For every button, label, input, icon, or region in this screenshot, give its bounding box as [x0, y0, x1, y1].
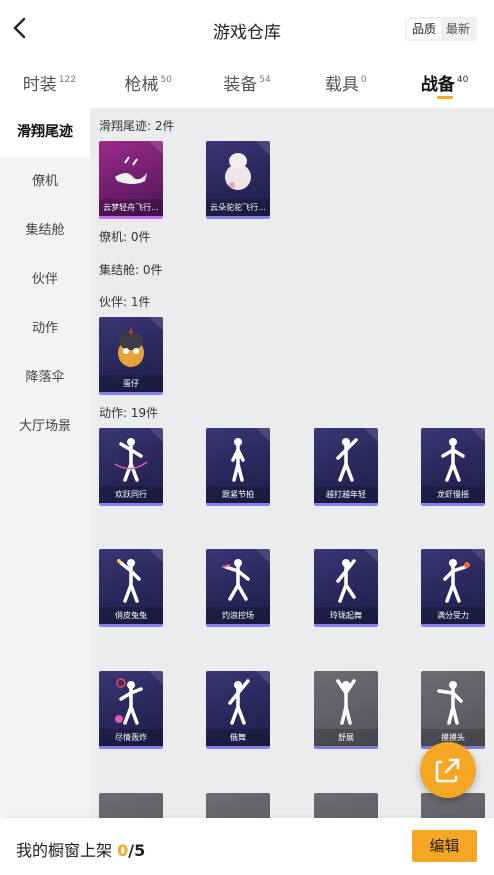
- tab-fashion[interactable]: 时装 122: [0, 60, 99, 106]
- item-card[interactable]: 云梦轻舟飞行...: [99, 141, 163, 219]
- dancer-icon: [231, 438, 245, 482]
- item-card[interactable]: [206, 793, 270, 818]
- dancer-icon: [437, 681, 463, 725]
- sort-newest-button[interactable]: 最新: [441, 19, 475, 39]
- item-label: 蛋仔: [99, 375, 163, 392]
- decor-stripe: [149, 428, 163, 442]
- sidebar-item-wingman[interactable]: 僚机: [0, 157, 90, 206]
- decor-stripe: [149, 141, 163, 155]
- section-header-glide: 滑翔尾迹: 2件: [99, 119, 175, 133]
- tab-equipment[interactable]: 装备 54: [198, 60, 297, 106]
- item-card[interactable]: [99, 793, 163, 818]
- item-card[interactable]: 越打越年轻: [314, 428, 378, 506]
- item-label: 满分受力: [421, 607, 485, 624]
- sidebar-item-glide-trail[interactable]: 滑翔尾迹: [0, 108, 90, 157]
- sort-toggle: 品质 最新: [405, 17, 477, 41]
- sort-quality-button[interactable]: 品质: [407, 19, 441, 39]
- item-label: 俏皮兔兔: [99, 607, 163, 624]
- section-header-action: 动作: 19件: [99, 406, 159, 420]
- item-label: 越打越年轻: [314, 486, 378, 503]
- sidebar-item-partner[interactable]: 伙伴: [0, 255, 90, 304]
- tab-combat-prep[interactable]: 战备 40: [395, 60, 494, 106]
- eggy-icon: [118, 327, 144, 367]
- item-card[interactable]: 欢跃同行: [99, 428, 163, 506]
- item-card[interactable]: 俏皮兔兔: [99, 549, 163, 627]
- item-card[interactable]: [314, 793, 378, 818]
- share-button[interactable]: [420, 742, 476, 798]
- dancer-icon: [336, 559, 356, 603]
- bottom-bar: 我的橱窗上架 0/5 编辑: [0, 818, 494, 875]
- dancer-icon: [336, 438, 358, 482]
- dancer-icon: [443, 559, 470, 603]
- item-label: 舒展: [314, 729, 378, 746]
- item-card[interactable]: 舒展: [314, 671, 378, 749]
- tab-vehicles[interactable]: 载具 0: [296, 60, 395, 106]
- item-label: 云朵驼驼飞行...: [206, 199, 270, 216]
- dancer-icon: [114, 438, 148, 482]
- item-label: 玲珑起舞: [314, 607, 378, 624]
- decor-stripe: [256, 141, 270, 155]
- item-card[interactable]: 云朵驼驼飞行...: [206, 141, 270, 219]
- flying-boat-icon: [115, 156, 147, 184]
- sidebar-item-assembly-pod[interactable]: 集结舱: [0, 206, 90, 255]
- sidebar-item-action[interactable]: 动作: [0, 304, 90, 353]
- item-label: 俄舞: [206, 729, 270, 746]
- decor-stripe: [149, 549, 163, 563]
- item-label: 灼浪控场: [206, 607, 270, 624]
- category-tabs: 时装 122 枪械 50 装备 54 载具 0 战备 40: [0, 60, 494, 106]
- dancer-icon: [228, 679, 250, 725]
- item-card[interactable]: 玲珑起舞: [314, 549, 378, 627]
- decor-stripe: [256, 671, 270, 685]
- tab-firearms[interactable]: 枪械 50: [99, 60, 198, 106]
- item-card[interactable]: 龙虾慢摇: [421, 428, 485, 506]
- decor-stripe: [149, 317, 163, 331]
- decor-stripe: [256, 428, 270, 442]
- decor-stripe: [256, 549, 270, 563]
- dancer-icon: [115, 678, 143, 725]
- item-label: 龙虾慢摇: [421, 486, 485, 503]
- active-tab-underline: [436, 96, 453, 99]
- decor-stripe: [364, 428, 378, 442]
- sidebar: 滑翔尾迹 僚机 集结舱 伙伴 动作 降落伞 大厅场景: [0, 108, 90, 818]
- decor-stripe: [364, 549, 378, 563]
- showcase-status: 我的橱窗上架 0/5: [16, 841, 146, 860]
- item-label: 尽情轰炸: [99, 729, 163, 746]
- sidebar-item-lobby-scene[interactable]: 大厅场景: [0, 402, 90, 451]
- item-card[interactable]: 摸摸头: [421, 671, 485, 749]
- decor-stripe: [471, 549, 485, 563]
- section-header-wingman: 僚机: 0件: [99, 230, 151, 244]
- item-label: 跟紧节拍: [206, 486, 270, 503]
- item-card[interactable]: 跟紧节拍: [206, 428, 270, 506]
- item-label: 云梦轻舟飞行...: [99, 199, 163, 216]
- showcase-count: 0: [117, 841, 129, 860]
- external-link-icon: [435, 758, 460, 783]
- item-label: 欢跃同行: [99, 486, 163, 503]
- showcase-total: /5: [128, 841, 146, 860]
- section-header-partner: 伙伴: 1件: [99, 295, 151, 309]
- dancer-icon: [117, 559, 141, 603]
- item-card[interactable]: 尽情轰炸: [99, 671, 163, 749]
- dancer-icon: [221, 559, 250, 601]
- item-card[interactable]: 俄舞: [206, 671, 270, 749]
- top-bar: 游戏仓库 品质 最新: [0, 0, 494, 58]
- decor-stripe: [471, 428, 485, 442]
- dancer-icon: [441, 438, 465, 482]
- item-grid-area[interactable]: 滑翔尾迹: 2件 云梦轻舟飞行... 云朵驼驼飞行... 僚机: 0件 集结舱:…: [90, 108, 494, 818]
- edit-button[interactable]: 编辑: [412, 830, 477, 862]
- dancer-icon: [336, 679, 356, 725]
- item-card[interactable]: 灼浪控场: [206, 549, 270, 627]
- item-card[interactable]: 蛋仔: [99, 317, 163, 395]
- sidebar-item-parachute[interactable]: 降落伞: [0, 353, 90, 402]
- decor-stripe: [149, 671, 163, 685]
- alpaca-icon: [225, 153, 251, 190]
- section-header-assembly: 集结舱: 0件: [99, 263, 163, 277]
- item-card[interactable]: 满分受力: [421, 549, 485, 627]
